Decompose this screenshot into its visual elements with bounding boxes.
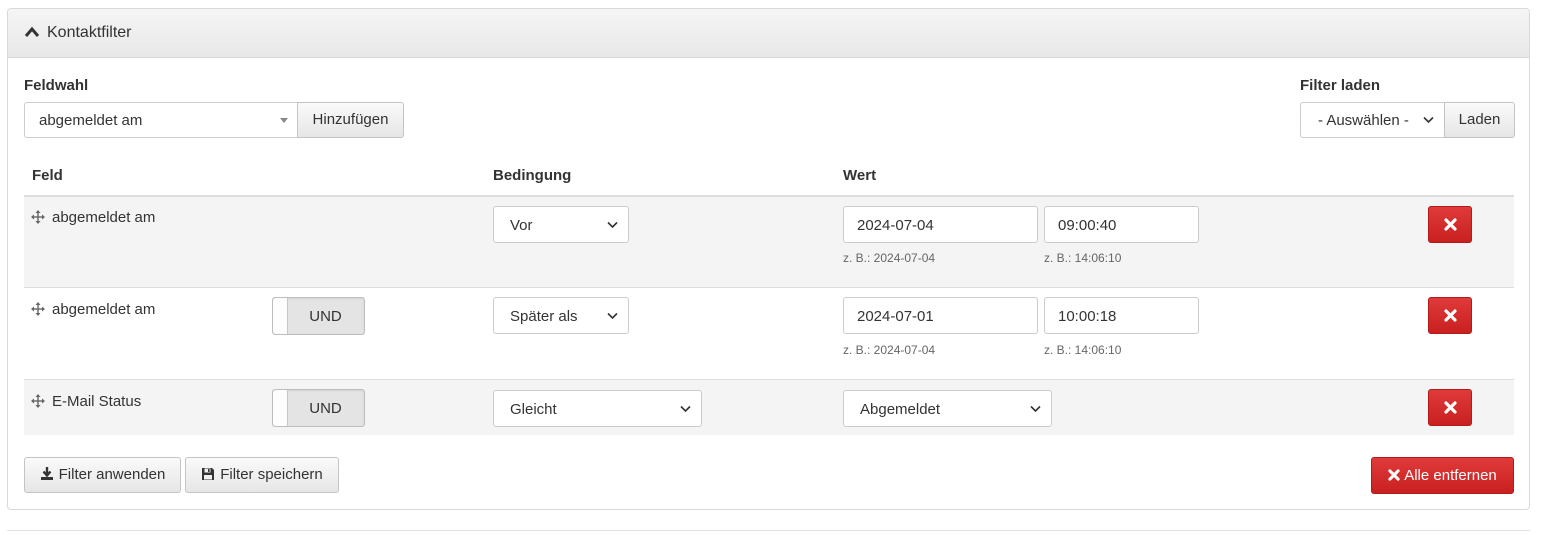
toggle-label: UND — [309, 308, 342, 325]
filter-row: E-Mail Status UND Gleicht Abgemeldet — [24, 379, 1514, 435]
time-input[interactable]: 09:00:40 — [1044, 206, 1199, 243]
and-or-toggle[interactable]: UND — [272, 389, 365, 427]
apply-filter-button[interactable]: Filter anwenden — [24, 457, 181, 493]
time-value: 09:00:40 — [1058, 217, 1117, 234]
condition-select[interactable]: Vor — [493, 206, 629, 243]
load-filter-label: Filter laden — [1300, 77, 1381, 94]
and-or-toggle[interactable]: UND — [272, 297, 365, 335]
column-header-value: Wert — [843, 167, 877, 184]
delete-row-button[interactable] — [1428, 206, 1472, 243]
times-icon — [1388, 469, 1400, 481]
time-input[interactable]: 10:00:18 — [1044, 297, 1199, 334]
field-select-label: Feldwahl — [24, 77, 89, 94]
condition-select[interactable]: Später als — [493, 297, 629, 334]
load-filter-value: - Auswählen - — [1318, 112, 1409, 129]
remove-all-button[interactable]: Alle entfernen — [1371, 457, 1514, 494]
times-icon — [1444, 218, 1457, 231]
toggle-label: UND — [309, 400, 342, 417]
move-icon[interactable] — [31, 302, 45, 316]
download-icon — [40, 467, 53, 480]
column-header-condition: Bedingung — [493, 167, 572, 184]
toggle-knob — [273, 298, 288, 334]
save-filter-label: Filter speichern — [220, 466, 323, 483]
time-value: 10:00:18 — [1058, 308, 1117, 325]
chevron-down-icon — [680, 405, 691, 413]
page-divider — [7, 530, 1530, 531]
field-select-value: abgemeldet am — [39, 112, 143, 129]
times-icon — [1444, 309, 1457, 322]
filter-field-name: abgemeldet am — [52, 209, 156, 226]
add-field-button[interactable]: Hinzufügen — [297, 102, 404, 138]
floppy-icon — [202, 468, 215, 480]
chevron-down-icon — [1423, 116, 1434, 124]
chevron-down-icon — [607, 221, 618, 229]
panel-title: Kontaktfilter — [47, 24, 132, 41]
delete-row-button[interactable] — [1428, 297, 1472, 334]
move-icon[interactable] — [31, 210, 45, 224]
save-filter-button[interactable]: Filter speichern — [185, 457, 339, 493]
chevron-down-icon — [607, 312, 618, 320]
condition-value: Vor — [510, 217, 533, 234]
filter-field-name: abgemeldet am — [52, 301, 156, 318]
apply-filter-label: Filter anwenden — [58, 466, 166, 483]
delete-row-button[interactable] — [1428, 389, 1472, 426]
value-select[interactable]: Abgemeldet — [843, 390, 1052, 427]
time-hint: z. B.: 14:06:10 — [1044, 251, 1122, 265]
filter-row: abgemeldet am UND Später als 2024-07-01 … — [24, 287, 1514, 379]
date-value: 2024-07-01 — [857, 308, 934, 325]
condition-select[interactable]: Gleicht — [493, 390, 702, 427]
times-icon — [1444, 401, 1457, 414]
chevron-down-icon — [1030, 405, 1041, 413]
condition-value: Später als — [510, 308, 578, 325]
load-filter-select[interactable]: - Auswählen - — [1300, 102, 1445, 138]
load-filter-button[interactable]: Laden — [1444, 102, 1515, 138]
date-hint: z. B.: 2024-07-04 — [843, 251, 936, 265]
date-value: 2024-07-04 — [857, 217, 934, 234]
date-input[interactable]: 2024-07-01 — [843, 297, 1038, 334]
chevron-up-icon[interactable] — [24, 26, 40, 38]
date-hint: z. B.: 2024-07-04 — [843, 343, 936, 357]
condition-value: Gleicht — [510, 401, 557, 418]
filter-row: abgemeldet am Vor 2024-07-04 09:00:40 z.… — [24, 197, 1514, 287]
remove-all-label: Alle entfernen — [1404, 467, 1497, 484]
filter-field-name: E-Mail Status — [52, 393, 142, 410]
panel-header[interactable]: Kontaktfilter — [8, 9, 1529, 58]
field-select[interactable]: abgemeldet am — [24, 102, 298, 138]
toggle-knob — [273, 390, 288, 426]
value-select-value: Abgemeldet — [860, 401, 941, 418]
column-header-field: Feld — [32, 167, 63, 184]
date-input[interactable]: 2024-07-04 — [843, 206, 1038, 243]
dropdown-triangle-icon — [280, 118, 288, 123]
move-icon[interactable] — [31, 394, 45, 408]
time-hint: z. B.: 14:06:10 — [1044, 343, 1122, 357]
